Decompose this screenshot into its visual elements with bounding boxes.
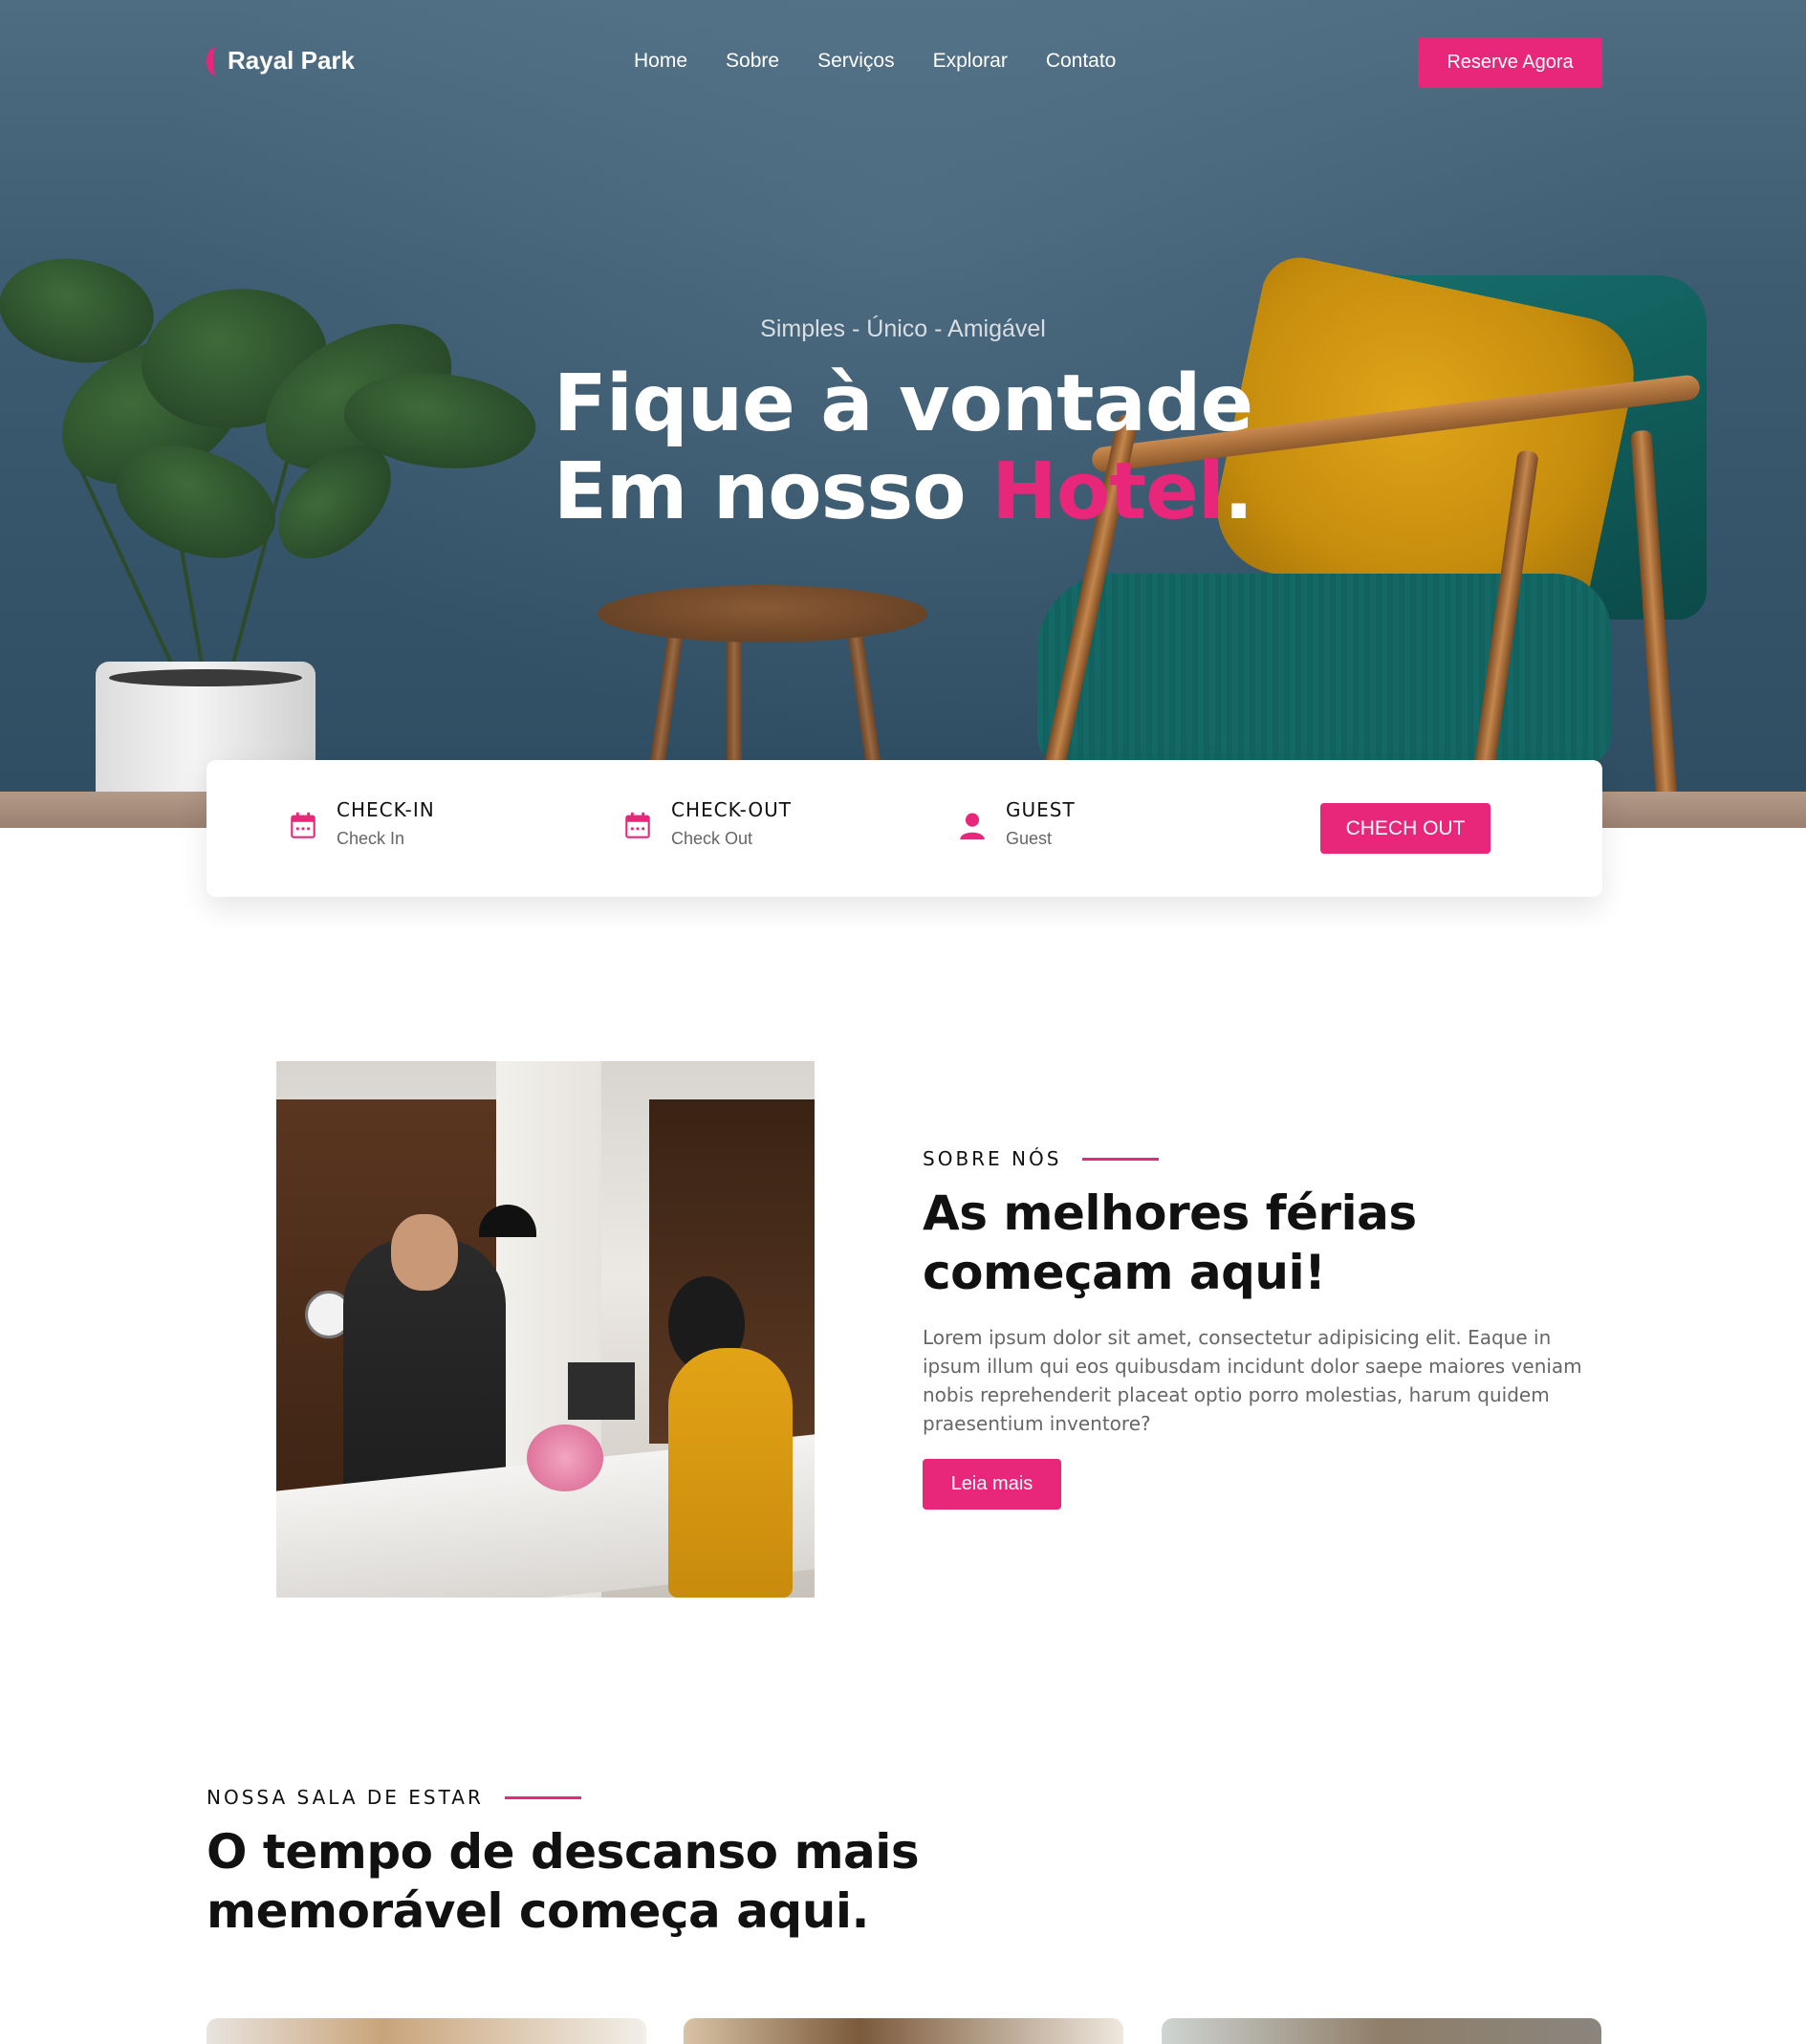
about-eyebrow-text: SOBRE NÓS bbox=[923, 1147, 1062, 1170]
about-section: SOBRE NÓS As melhores férias começam aqu… bbox=[923, 1147, 1592, 1510]
checkout-field[interactable]: CHECK-OUT Check Out bbox=[621, 798, 792, 849]
rooms-title-line1: O tempo de descanso mais bbox=[207, 1824, 920, 1880]
about-title: As melhores férias começam aqui! bbox=[923, 1184, 1592, 1302]
nav-link-explorar[interactable]: Explorar bbox=[933, 50, 1008, 73]
checkout-label: CHECK-OUT bbox=[671, 798, 792, 821]
calendar-icon bbox=[625, 812, 650, 838]
hero-title-suffix: . bbox=[1223, 446, 1253, 537]
guest-field[interactable]: GUEST Guest bbox=[956, 798, 1076, 849]
logo-text: Rayal Park bbox=[228, 46, 355, 75]
hero-title-highlight: Hotel bbox=[991, 446, 1225, 537]
checkin-value: Check In bbox=[337, 829, 405, 848]
checkin-field[interactable]: CHECK-IN Check In bbox=[287, 798, 435, 849]
user-icon bbox=[960, 813, 985, 840]
about-title-line2: começam aqui! bbox=[923, 1245, 1326, 1300]
about-eyebrow: SOBRE NÓS bbox=[923, 1147, 1592, 1170]
about-paragraph: Lorem ipsum dolor sit amet, consectetur … bbox=[923, 1326, 1582, 1435]
hero-title-line2: Em nosso Hotel. bbox=[0, 448, 1806, 536]
nav-link-servicos[interactable]: Serviços bbox=[817, 50, 895, 73]
hero-title-line1: Fique à vontade bbox=[553, 359, 1253, 449]
guest-label: GUEST bbox=[1006, 798, 1076, 821]
about-title-line1: As melhores férias bbox=[923, 1185, 1417, 1241]
checkout-value: Check Out bbox=[671, 829, 753, 848]
hero-title-prefix: Em nosso bbox=[553, 446, 992, 537]
room-card-1[interactable] bbox=[207, 2018, 646, 2044]
eyebrow-divider bbox=[1082, 1157, 1160, 1161]
hero-subtitle: Simples - Único - Amigável bbox=[760, 315, 1046, 342]
calendar-icon bbox=[291, 812, 316, 838]
rooms-section-header: NOSSA SALA DE ESTAR O tempo de descanso … bbox=[207, 1786, 1163, 1941]
nav-link-contato[interactable]: Contato bbox=[1046, 50, 1117, 73]
reserve-now-button[interactable]: Reserve Agora bbox=[1418, 37, 1602, 88]
about-reception-image bbox=[276, 1061, 815, 1598]
hero-text: Simples - Único - Amigável Fique à vonta… bbox=[0, 315, 1806, 536]
rooms-eyebrow-text: NOSSA SALA DE ESTAR bbox=[207, 1786, 484, 1809]
logo-moon-icon bbox=[207, 46, 226, 76]
check-out-button[interactable]: CHECH OUT bbox=[1320, 803, 1490, 854]
nav-link-sobre[interactable]: Sobre bbox=[726, 50, 779, 73]
hero-title: Fique à vontade Em nosso Hotel. bbox=[0, 360, 1806, 536]
nav-link-home[interactable]: Home bbox=[634, 50, 687, 73]
room-card-2[interactable] bbox=[684, 2018, 1123, 2044]
nav-links: Home Sobre Serviços Explorar Contato bbox=[634, 50, 1116, 73]
top-navbar: Rayal Park Home Sobre Serviços Explorar … bbox=[207, 36, 1602, 88]
checkin-label: CHECK-IN bbox=[337, 798, 435, 821]
rooms-eyebrow: NOSSA SALA DE ESTAR bbox=[207, 1786, 1163, 1809]
booking-bar: CHECK-IN Check In CHECK-OUT Check Out GU… bbox=[207, 760, 1602, 897]
read-more-button[interactable]: Leia mais bbox=[923, 1459, 1061, 1510]
room-card-3[interactable] bbox=[1162, 2018, 1601, 2044]
guest-value: Guest bbox=[1006, 829, 1053, 848]
eyebrow-divider bbox=[504, 1795, 581, 1799]
logo[interactable]: Rayal Park bbox=[207, 46, 355, 76]
rooms-title: O tempo de descanso mais memorável começ… bbox=[207, 1822, 1163, 1941]
rooms-title-line2: memorável começa aqui. bbox=[207, 1883, 869, 1939]
